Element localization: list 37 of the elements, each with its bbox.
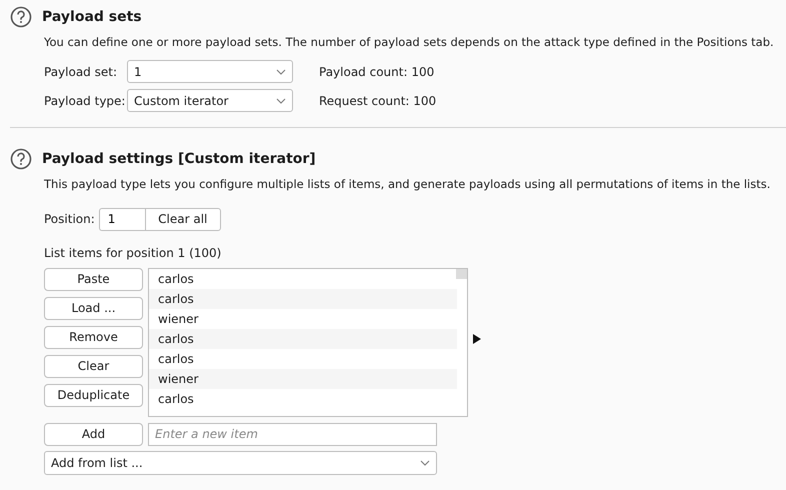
list-action-button[interactable]: Load ...	[44, 296, 143, 320]
list-item[interactable]: carlos	[149, 348, 457, 368]
item-list[interactable]: carlos carlos wiener carlos carlos wiener carlos	[148, 268, 468, 416]
add-button[interactable]: Add	[44, 422, 143, 446]
field-label: Payload type:	[44, 92, 126, 110]
add-from-list-dropdown[interactable]: Add from list ...	[44, 450, 437, 474]
count-label: Request count: 100	[319, 92, 436, 110]
section-title: Payload settings [Custom iterator]	[42, 150, 316, 169]
list-item[interactable]: carlos	[149, 288, 457, 308]
list-label: List items for position 1 (100)	[44, 244, 222, 262]
field-label: Payload set:	[44, 64, 118, 81]
list-action-button[interactable]: Deduplicate	[44, 384, 143, 406]
list-action-button[interactable]: Clear	[44, 354, 143, 378]
dropdown[interactable]: Custom iterator	[127, 89, 293, 112]
list-item[interactable]: wiener	[149, 308, 457, 328]
list-action-button[interactable]: Remove	[44, 326, 143, 348]
position-label: Position:	[44, 211, 95, 228]
help-icon[interactable]	[10, 148, 32, 170]
dropdown[interactable]: 1	[127, 60, 293, 84]
chevron-down-icon	[276, 98, 286, 104]
list-item[interactable]: carlos	[149, 268, 457, 288]
list-item[interactable]: carlos	[149, 328, 457, 348]
section-description: This payload type lets you configure multiple lists of items, and generate payloads using all permutations of items in the lists.	[44, 176, 772, 194]
position-field[interactable]: 1	[98, 208, 145, 230]
section-title: Payload sets	[42, 8, 142, 26]
scrollbar-thumb[interactable]	[456, 268, 467, 278]
triangle-right-icon[interactable]	[473, 334, 481, 344]
list-item[interactable]: wiener	[149, 368, 457, 388]
help-icon[interactable]	[10, 6, 32, 28]
clear-all-button[interactable]: Clear all	[144, 208, 221, 230]
section-description: You can define one or more payload sets. The number of payload sets depends on the attack type defined in the Positions tab.	[44, 34, 775, 51]
chevron-down-icon	[420, 460, 430, 466]
list-action-button[interactable]: Paste	[44, 268, 143, 290]
count-label: Payload count: 100	[319, 64, 434, 81]
new-item-field[interactable]: Enter a new item	[148, 422, 437, 446]
chevron-down-icon	[276, 68, 286, 75]
list-item[interactable]: carlos	[149, 388, 457, 408]
